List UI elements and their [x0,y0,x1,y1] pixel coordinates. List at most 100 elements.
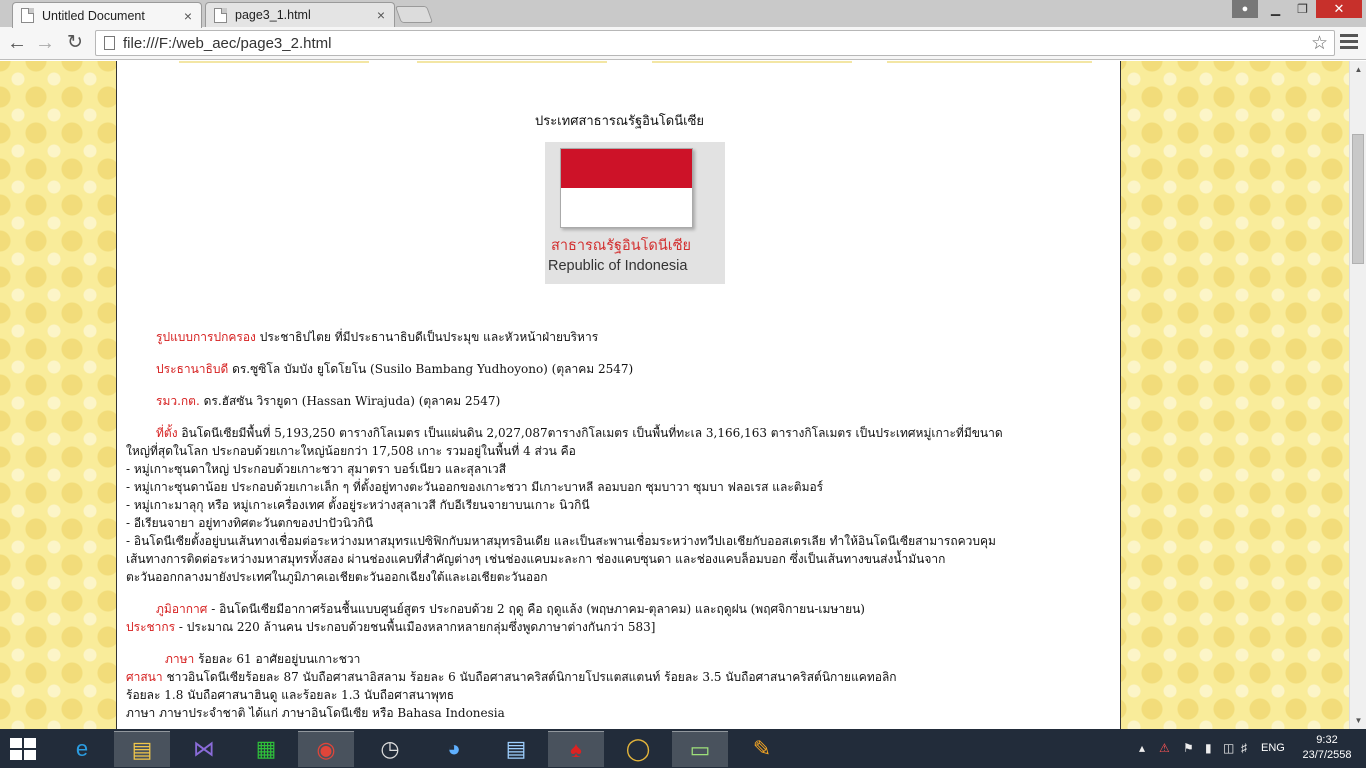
new-tab-button[interactable] [394,6,434,23]
scroll-down-arrow-icon[interactable]: ▼ [1350,712,1366,729]
climate-label: ภูมิอากาศ [156,602,208,616]
hon-game-icon[interactable]: ◯ [610,731,666,767]
president-text: ดร.ซูซิโล บัมบัง ยูโดโยโน (Susilo Bamban… [228,362,634,376]
maximize-button[interactable]: ❐ [1289,0,1316,18]
page-icon [214,7,227,23]
forward-arrow-icon[interactable]: → [32,31,58,55]
volume-icon[interactable]: ♯ [1241,741,1247,755]
language-label: ภาษา [165,652,195,666]
president-label: ประธานาธิบดี [156,362,229,376]
religion-label: ศาสนา [126,670,163,684]
drive-icon[interactable]: ▭ [672,731,728,767]
back-arrow-icon[interactable]: ← [4,31,30,55]
location-line: ตะวันออกกลางมายังประเทศในภูมิภาคเอเชียตะ… [126,570,548,584]
reload-icon[interactable]: ↻ [62,31,88,55]
country-title: ประเทศสาธารณรัฐอินโดนีเซีย [534,114,705,129]
scroll-up-arrow-icon[interactable]: ▲ [1350,61,1366,78]
climate-text: - อินโดนีเซียมีอากาศร้อนชื้นแบบศูนย์สูตร… [207,602,865,616]
menu-bar-remnant [652,61,852,63]
location-line: เส้นทางการติดต่อระหว่างมหาสมุทรทั้งสอง ผ… [126,552,946,566]
flag-image: สาธารณรัฐอินโดนีเซีย Republic of Indones… [545,142,725,284]
visual-studio-icon[interactable]: ⋈ [176,731,232,767]
flag-icon[interactable]: ⚑ [1183,741,1194,755]
population-row: ประชากร - ประมาณ 220 ล้านคน ประกอบด้วยชน… [126,618,1106,636]
religion-text: ชาวอินโดนีเซียร้อยละ 87 นับถือศาสนาอิสลา… [162,670,897,684]
page-viewport: ประเทศสาธารณรัฐอินโดนีเซีย สาธารณรัฐอินโ… [0,61,1349,729]
clock[interactable]: 9:32 23/7/2558 [1299,733,1355,763]
menu-bar-remnant [887,61,1092,63]
foreign-minister-label: รมว.กต. [156,394,200,408]
tab-untitled-document[interactable]: Untitled Document × [12,2,202,28]
browser-toolbar: ← → ↻ file:///F:/web_aec/page3_2.html ☆ [0,27,1366,60]
government-text: ประชาธิปไตย ที่มีประธานาธิบดีเป็นประมุข … [255,330,599,344]
chrome-menu-icon[interactable] [1340,34,1358,52]
location-line: - หมู่เกาะมาลุกุ หรือ หมู่เกาะเครื่องเทศ… [126,498,590,512]
close-window-button[interactable]: ✕ [1316,0,1362,18]
location-line: ใหญ่ที่สุดในโลก ประกอบด้วยเกาะใหญ่น้อยกว… [126,444,576,458]
tab-close-icon[interactable]: × [181,8,195,24]
input-language[interactable]: ENG [1261,742,1285,754]
page-icon [104,36,115,50]
location-line: - อีเรียนจายา อยู่ทางทิศตะวันตกของปาปัวน… [126,516,374,530]
bookmark-star-icon[interactable]: ☆ [1311,32,1328,55]
location-line: - หมู่เกาะซุนดาใหญ่ ประกอบด้วยเกาะชวา สุ… [126,462,507,476]
population-text: - ประมาณ 220 ล้านคน ประกอบด้วยชนพื้นเมือ… [175,620,656,634]
chrome-icon[interactable]: ◉ [298,731,354,767]
tab-title: page3_1.html [235,8,311,22]
government-row: รูปแบบการปกครอง ประชาธิปไตย ที่มีประธานา… [126,328,1106,346]
flag-white-stripe [561,188,692,227]
address-bar[interactable]: file:///F:/web_aec/page3_2.html ☆ [95,30,1335,56]
menu-bar-remnant [179,61,369,63]
language-row: ภาษา ร้อยละ 61 อาศัยอยู่บนเกาะชวา [126,650,1106,668]
language-text: ร้อยละ 61 อาศัยอยู่บนเกาะชวา [194,652,361,666]
location-line: - อินโดนีเซียตั้งอยู่บนเส้นทางเชื่อมต่อร… [126,534,996,548]
windows-taskbar: e ▤ ⋈ ▦ ◉ ◷ ◕ ▤ ♠ ◯ ▭ ✎ ▴ ⚠ ⚑ ▮ ◫ ♯ ENG … [0,729,1366,768]
tab-title: Untitled Document [42,8,145,23]
content-panel: ประเทศสาธารณรัฐอินโดนีเซีย สาธารณรัฐอินโ… [116,61,1121,729]
flag-red-stripe [561,149,692,188]
address-url[interactable]: file:///F:/web_aec/page3_2.html [123,35,1311,52]
tab-page3-1[interactable]: page3_1.html × [205,2,395,27]
location-text: อินโดนีเซียมีพื้นที่ 5,193,250 ตารางกิโล… [177,426,1003,440]
foreign-minister-row: รมว.กต. ดร.ฮัสซัน วิรายูดา (Hassan Wiraj… [126,392,1106,410]
clock-date: 23/7/2558 [1302,749,1352,761]
clock-time: 9:32 [1316,734,1338,746]
game-icon[interactable]: ♠ [548,731,604,767]
vertical-scrollbar[interactable]: ▲ ▼ [1349,61,1366,729]
network-error-icon[interactable]: ⚠ [1159,741,1170,755]
page-icon [21,8,34,23]
paint-icon[interactable]: ✎ [734,731,790,767]
location-section: ที่ตั้ง อินโดนีเซียมีพื้นที่ 5,193,250 ต… [126,424,1106,586]
minimize-button[interactable]: ▁ [1262,0,1289,18]
location-label: ที่ตั้ง [156,426,178,440]
internet-explorer-icon[interactable]: e [54,731,110,767]
location-line: ที่ตั้ง อินโดนีเซียมีพื้นที่ 5,193,250 ต… [126,424,1106,442]
religion-line: ร้อยละ 1.8 นับถือศาสนาฮินดู และร้อยละ 1.… [126,688,455,702]
task-manager-icon[interactable]: ▤ [488,731,544,767]
religion-line: ศาสนา ชาวอินโดนีเซียร้อยละ 87 นับถือศาสน… [126,668,1106,686]
windows-start-icon[interactable] [10,738,38,760]
user-icon[interactable]: ● [1232,0,1258,18]
flag-caption-thai: สาธารณรัฐอินโดนีเซีย [551,238,692,254]
browser-app-icon[interactable]: ◕ [426,731,482,767]
scrollbar-thumb[interactable] [1352,134,1364,264]
location-line: - หมู่เกาะซุนดาน้อย ประกอบด้วยเกาะเล็ก ๆ… [126,480,824,494]
tab-close-icon[interactable]: × [374,7,388,23]
flag-caption-english: Republic of Indonesia [548,258,688,274]
president-row: ประธานาธิบดี ดร.ซูซิโล บัมบัง ยูโดโยโน (… [126,360,1106,378]
foreign-minister-text: ดร.ฮัสซัน วิรายูดา (Hassan Wirajuda) (ตุ… [199,394,501,408]
browser-titlebar: Untitled Document × page3_1.html × ● ▁ ❐… [0,0,1366,28]
file-explorer-icon[interactable]: ▤ [114,731,170,767]
network-icon[interactable]: ◫ [1223,741,1234,755]
population-label: ประชากร [126,620,176,634]
menu-bar-remnant [417,61,607,63]
show-hidden-icons-chevron-icon[interactable]: ▴ [1139,741,1145,755]
signal-icon[interactable]: ▮ [1205,741,1212,755]
indonesia-flag [560,148,693,228]
religion-section: ศาสนา ชาวอินโดนีเซียร้อยละ 87 นับถือศาสน… [126,668,1106,722]
system-tray: ▴ ⚠ ⚑ ▮ ◫ ♯ ENG 9:32 23/7/2558 [1135,729,1366,768]
store-icon[interactable]: ▦ [238,731,294,767]
religion-line: ภาษา ภาษาประจำชาติ ได้แก่ ภาษาอินโดนีเซี… [126,706,505,720]
climate-row: ภูมิอากาศ - อินโดนีเซียมีอากาศร้อนชื้นแบ… [126,600,1106,618]
clock-app-icon[interactable]: ◷ [362,731,418,767]
